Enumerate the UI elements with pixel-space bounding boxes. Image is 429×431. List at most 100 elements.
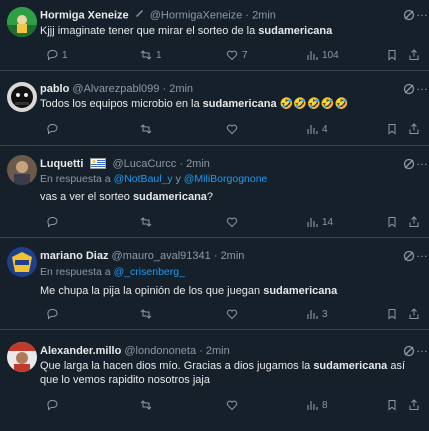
mention-link[interactable]: @_crisenberg_ <box>114 266 185 278</box>
handle[interactable]: @Alvarezpabl099 <box>72 83 159 95</box>
timestamp[interactable]: 2min <box>221 250 245 262</box>
avatar[interactable] <box>7 82 37 112</box>
views-button[interactable]: 4 <box>306 122 328 136</box>
share-icon <box>409 216 419 227</box>
avatar[interactable] <box>7 7 37 37</box>
display-name[interactable]: Hormiga Xeneize <box>40 9 129 21</box>
grok-icon[interactable] <box>403 249 415 262</box>
mention-link[interactable]: @MiliBorgognone <box>184 173 268 185</box>
separator: · <box>245 9 249 22</box>
timestamp[interactable]: 2min <box>169 83 193 95</box>
retweet-icon <box>140 50 152 60</box>
bookmark-button[interactable] <box>386 48 398 62</box>
retweet-button[interactable] <box>140 215 156 229</box>
tweet-text-part: 🤣🤣🤣🤣🤣 <box>276 98 349 110</box>
tweet-text-part: vas a ver el sorteo <box>40 191 133 203</box>
tweet-actions: 4 <box>40 122 423 136</box>
reply-button[interactable] <box>46 307 62 321</box>
display-name[interactable]: mariano Diaz <box>40 250 108 262</box>
handle[interactable]: @LucaCurcc <box>113 158 177 170</box>
views-button[interactable]: 3 <box>306 307 328 321</box>
avatar-image <box>7 82 37 112</box>
more-options-icon[interactable]: … <box>416 342 428 354</box>
reply-icon <box>47 50 58 61</box>
display-name[interactable]: pablo <box>40 83 69 95</box>
views-button[interactable]: 8 <box>306 398 328 412</box>
retweet-button[interactable] <box>140 122 156 136</box>
avatar[interactable] <box>7 155 37 185</box>
like-button[interactable] <box>226 122 242 136</box>
share-button[interactable] <box>408 122 420 136</box>
tweet-text-part: Me chupa la pija la opinión de los que j… <box>40 285 264 297</box>
tweet-card[interactable]: Hormiga Xeneize @HormigaXeneize · 2min …… <box>0 0 429 71</box>
reply-button[interactable] <box>46 398 62 412</box>
tweet-card[interactable]: Alexander.millo @londononeta · 2min … Qu… <box>0 330 429 431</box>
separator: · <box>213 250 218 262</box>
bookmark-button[interactable] <box>386 307 398 321</box>
timestamp[interactable]: 2min <box>252 9 276 21</box>
reply-context-label: En respuesta a <box>40 266 111 278</box>
more-options-icon[interactable]: … <box>416 6 428 18</box>
tweet-card[interactable]: pablo @Alvarezpabl099 · 2min … Todos los… <box>0 71 429 146</box>
like-button[interactable] <box>226 398 242 412</box>
more-options-icon[interactable]: … <box>416 155 428 167</box>
tweet-text-part: ? <box>206 191 214 203</box>
display-name[interactable]: Luquetti <box>40 158 83 170</box>
bookmark-button[interactable] <box>386 122 398 136</box>
like-count: 7 <box>242 49 248 61</box>
reply-count: 1 <box>62 49 68 61</box>
tweet-text-part: Que larga la hacen dios mío. Gracias a d… <box>40 360 314 372</box>
handle[interactable]: @mauro_aval91341 <box>112 250 211 262</box>
like-button[interactable] <box>226 215 242 229</box>
like-button[interactable]: 7 <box>226 48 248 62</box>
search-term-highlight: sudamericana <box>132 191 207 203</box>
share-button[interactable] <box>408 215 420 229</box>
more-options-icon[interactable]: … <box>416 80 428 92</box>
retweet-button[interactable] <box>140 398 156 412</box>
share-button[interactable] <box>408 398 420 412</box>
mention-link[interactable]: @NotBaul_y <box>114 173 173 185</box>
like-button[interactable] <box>226 307 242 321</box>
reply-button[interactable] <box>46 215 62 229</box>
share-button[interactable] <box>408 48 420 62</box>
views-count: 104 <box>322 49 339 61</box>
tweet-actions: 1 1 7 104 <box>40 48 423 62</box>
retweet-button[interactable] <box>140 307 156 321</box>
reply-button[interactable] <box>46 122 62 136</box>
share-button[interactable] <box>408 307 420 321</box>
tweet-text: vas a ver el sorteo sudamericana? <box>40 190 421 204</box>
retweet-icon <box>140 124 152 134</box>
handle[interactable]: @HormigaXeneize <box>150 9 243 21</box>
avatar[interactable] <box>7 247 37 277</box>
reply-icon <box>47 124 58 135</box>
views-button[interactable]: 104 <box>306 48 339 62</box>
reply-button[interactable]: 1 <box>46 48 68 62</box>
timestamp[interactable]: 2min <box>186 158 210 170</box>
grok-icon[interactable] <box>403 344 415 357</box>
share-icon <box>409 123 419 134</box>
bookmark-button[interactable] <box>386 398 398 412</box>
tweet-card[interactable]: mariano Diaz @mauro_aval91341 · 2min … E… <box>0 238 429 330</box>
search-term-highlight: sudamericana <box>263 285 338 297</box>
grok-icon[interactable] <box>403 82 415 95</box>
views-chart-icon <box>307 401 318 410</box>
tweet-text-part: Kjjj imaginate tener que mirar el sorteo… <box>40 25 259 37</box>
tweet-card[interactable]: Luquetti @LucaCurcc · 2min … En respuest… <box>0 146 429 238</box>
bookmark-button[interactable] <box>386 215 398 229</box>
more-options-icon[interactable]: … <box>416 247 428 259</box>
tweet-text-part: Todos los equipos microbio en la <box>40 98 203 110</box>
timestamp[interactable]: 2min <box>206 345 230 357</box>
uruguay-flag-icon <box>90 157 107 169</box>
grok-icon[interactable] <box>403 8 415 21</box>
handle[interactable]: @londononeta <box>124 345 196 357</box>
separator: · <box>179 158 183 170</box>
avatar-image <box>7 342 37 372</box>
reply-icon <box>47 309 58 320</box>
grok-icon[interactable] <box>403 157 415 170</box>
reply-context-label: En respuesta a <box>40 173 111 185</box>
display-name[interactable]: Alexander.millo <box>40 345 121 357</box>
avatar-image <box>7 247 37 277</box>
views-button[interactable]: 14 <box>306 215 333 229</box>
avatar[interactable] <box>7 342 37 372</box>
retweet-button[interactable]: 1 <box>140 48 162 62</box>
